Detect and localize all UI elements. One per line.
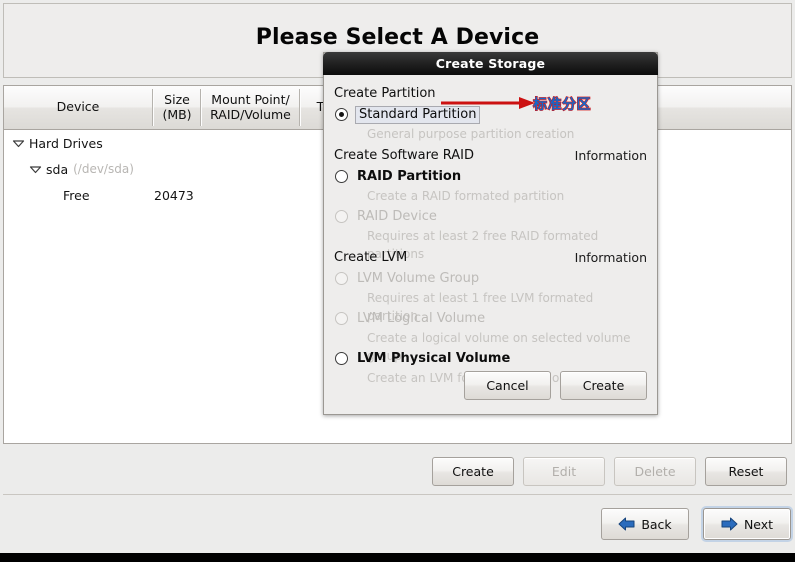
- page-title: Please Select A Device: [255, 25, 540, 50]
- radio-option-label: Standard Partition: [355, 105, 481, 124]
- radio-button: [335, 312, 348, 325]
- information-link[interactable]: Information: [575, 146, 647, 165]
- arrow-left-icon: [618, 517, 635, 531]
- expander-placeholder: [46, 191, 59, 200]
- device-name: sda: [46, 161, 69, 177]
- reset-button[interactable]: Reset: [705, 457, 787, 486]
- radio-option-label: RAID Device: [357, 209, 437, 224]
- radio-option-label: LVM Logical Volume: [357, 311, 486, 326]
- section-heading: Create Software RAID Information: [334, 146, 647, 165]
- expander-triangle-icon[interactable]: [12, 139, 25, 148]
- dialog-create-button[interactable]: Create: [560, 371, 647, 400]
- device-name: Hard Drives: [29, 135, 103, 151]
- delete-button: Delete: [614, 457, 696, 486]
- back-button-label: Back: [641, 516, 672, 532]
- annotation-label: 标准分区: [532, 96, 591, 113]
- information-link[interactable]: Information: [575, 248, 647, 267]
- section-heading: Create LVM Information: [334, 248, 647, 267]
- column-header-size[interactable]: Size (MB): [154, 86, 200, 129]
- navigation-bar: Back Next: [3, 496, 792, 550]
- column-header-mount-point[interactable]: Mount Point/ RAID/Volume: [202, 86, 299, 129]
- radio-button: [335, 210, 348, 223]
- dialog-title: Create Storage: [323, 52, 658, 75]
- dialog-body: Create Partition Standard Partition Genera…: [324, 75, 657, 413]
- dialog-button-row: Cancel Create: [464, 371, 647, 400]
- next-button-label: Next: [743, 516, 774, 532]
- next-button[interactable]: Next: [703, 508, 791, 540]
- bottom-strip: [0, 553, 795, 562]
- expander-triangle-icon[interactable]: [29, 165, 42, 174]
- create-button[interactable]: Create: [432, 457, 514, 486]
- section-heading-label: Create LVM: [334, 250, 408, 265]
- dialog-cancel-button[interactable]: Cancel: [464, 371, 551, 400]
- radio-option-label: LVM Volume Group: [357, 271, 480, 286]
- radio-option-row[interactable]: RAID Partition: [334, 166, 647, 187]
- radio-option-label: RAID Partition: [357, 169, 462, 184]
- installer-window: Please Select A Device Device Size (MB) …: [0, 0, 795, 553]
- column-header-device[interactable]: Device: [4, 86, 152, 129]
- device-size: 20473: [154, 187, 194, 203]
- radio-button[interactable]: [335, 352, 348, 365]
- radio-option-row: LVM Logical Volume: [334, 308, 647, 329]
- section-heading-label: Create Software RAID: [334, 148, 475, 163]
- radio-option-row: RAID Device: [334, 206, 647, 227]
- radio-option-row: LVM Volume Group: [334, 268, 647, 289]
- arrow-right-icon: [721, 517, 738, 531]
- radio-option-description: Requires at least 2 free RAID formated p…: [367, 229, 599, 261]
- device-name: Free: [63, 187, 90, 203]
- device-path: (/dev/sda): [73, 162, 134, 176]
- radio-button: [335, 272, 348, 285]
- radio-option-description: Create a logical volume on selected volu…: [367, 331, 631, 363]
- back-button[interactable]: Back: [601, 508, 689, 540]
- radio-option-description: General purpose partition creation: [367, 127, 575, 141]
- edit-button: Edit: [523, 457, 605, 486]
- radio-option-row[interactable]: Standard Partition: [334, 104, 647, 125]
- radio-option-row[interactable]: LVM Physical Volume: [334, 348, 647, 369]
- section-heading: Create Partition: [334, 84, 647, 103]
- radio-option-description: Requires at least 1 free LVM formated pa…: [367, 291, 594, 323]
- create-storage-dialog: Create Storage Create Partition Standard …: [323, 52, 658, 415]
- action-button-bar: Create Edit Delete Reset: [3, 447, 792, 495]
- section-heading-label: Create Partition: [334, 86, 436, 101]
- radio-option-description: Create a RAID formated partition: [367, 189, 565, 203]
- radio-button[interactable]: [335, 108, 348, 121]
- radio-button[interactable]: [335, 170, 348, 183]
- radio-option-label: LVM Physical Volume: [357, 351, 511, 366]
